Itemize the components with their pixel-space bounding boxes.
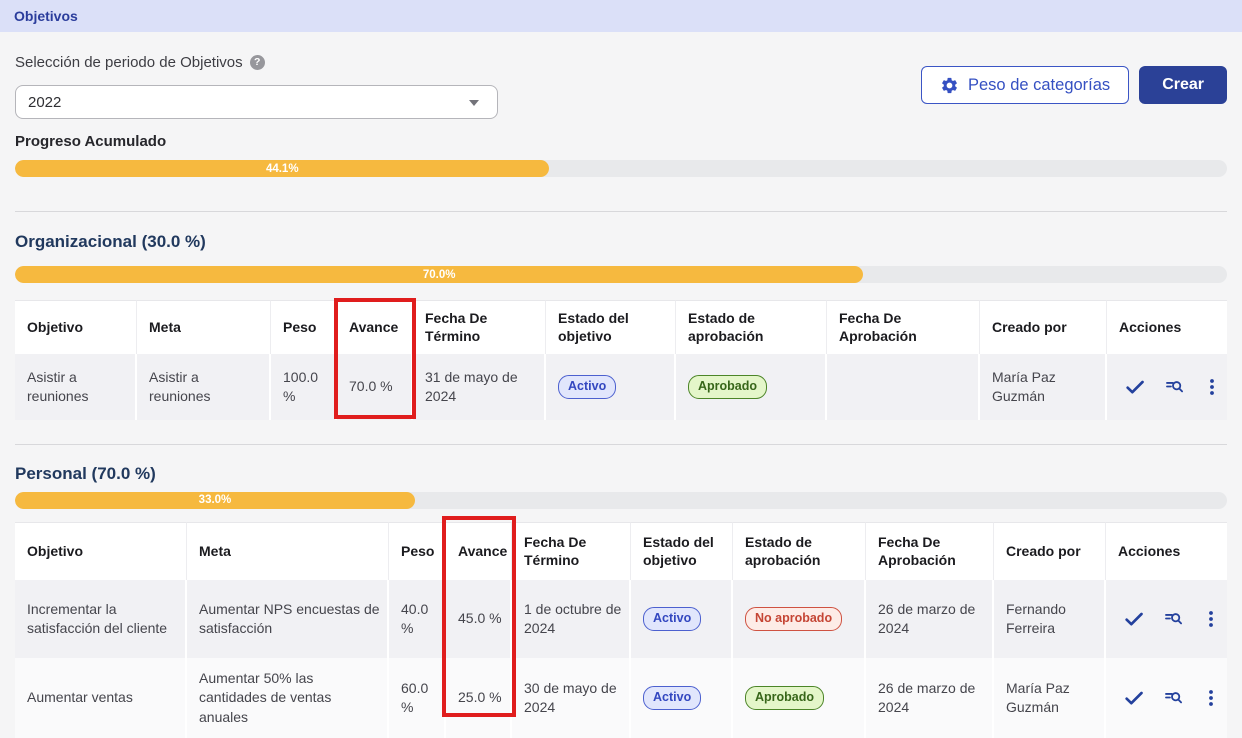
cell-fecha-aprobacion: 26 de marzo de 2024 <box>866 580 994 658</box>
cell-creado-por: Fernando Ferreira <box>994 580 1106 658</box>
column-header: Peso <box>271 300 337 354</box>
column-header: Meta <box>137 300 271 354</box>
preview-search-icon[interactable] <box>1164 688 1183 707</box>
cell-objetivo: Asistir a reuniones <box>15 354 137 420</box>
cell-fecha-termino: 1 de octubre de 2024 <box>512 580 631 658</box>
category-weights-button-label: Peso de categorías <box>968 76 1110 95</box>
more-options-icon[interactable] <box>1204 378 1220 396</box>
page-title: Objetivos <box>0 0 1242 32</box>
cell-avance: 45.0 % <box>446 580 512 658</box>
cell-estado-aprobacion: Aprobado <box>676 354 827 420</box>
preview-search-icon[interactable] <box>1164 609 1183 628</box>
status-badge: Aprobado <box>745 686 824 710</box>
period-selector-group: Selección de periodo de Objetivos ? 2022 <box>15 53 498 119</box>
status-badge: Activo <box>558 375 616 399</box>
cell-meta: Asistir a reuniones <box>137 354 271 420</box>
approve-check-icon[interactable] <box>1124 688 1144 708</box>
period-selector-label-text: Selección de periodo de Objetivos <box>15 54 243 71</box>
column-header: Avance <box>446 522 512 580</box>
column-header: Creado por <box>994 522 1106 580</box>
personal-table: ObjetivoMetaPesoAvanceFecha De TérminoEs… <box>15 522 1227 738</box>
overall-progress-label: Progreso Acumulado <box>15 133 1227 151</box>
top-toolbar: Selección de periodo de Objetivos ? 2022… <box>15 53 1227 119</box>
status-badge: No aprobado <box>745 607 842 631</box>
personal-progress-value: 33.0% <box>199 494 232 506</box>
column-header: Estado de aprobación <box>676 300 827 354</box>
create-button[interactable]: Crear <box>1139 66 1227 104</box>
table-row: Asistir a reunionesAsistir a reuniones10… <box>15 354 1227 420</box>
preview-search-icon[interactable] <box>1165 377 1184 396</box>
cell-acciones <box>1106 580 1227 658</box>
period-select[interactable]: 2022 <box>15 85 498 119</box>
section-title-organizacional: Organizacional (30.0 %) <box>15 232 1227 253</box>
column-header: Estado del objetivo <box>631 522 733 580</box>
column-header: Meta <box>187 522 389 580</box>
column-header: Estado del objetivo <box>546 300 676 354</box>
cell-estado-objetivo: Activo <box>631 580 733 658</box>
approve-check-icon[interactable] <box>1124 609 1144 629</box>
overall-progress-bar: 44.1% <box>15 160 1227 177</box>
column-header: Creado por <box>980 300 1107 354</box>
help-icon[interactable]: ? <box>250 55 265 70</box>
cell-fecha-aprobacion <box>827 354 980 420</box>
column-header: Fecha De Aprobación <box>827 300 980 354</box>
cell-meta: Aumentar NPS encuestas de satisfacción <box>187 580 389 658</box>
column-header: Estado de aprobación <box>733 522 866 580</box>
organizacional-progress-bar: 70.0% <box>15 266 1227 283</box>
cell-estado-objetivo: Activo <box>546 354 676 420</box>
gear-icon <box>940 76 959 95</box>
personal-progress-bar: 33.0% <box>15 492 1227 509</box>
column-header: Acciones <box>1107 300 1227 354</box>
approve-check-icon[interactable] <box>1125 377 1145 397</box>
column-header: Objetivo <box>15 522 187 580</box>
chevron-down-icon <box>469 100 479 106</box>
column-header: Peso <box>389 522 446 580</box>
organizacional-progress-value: 70.0% <box>423 269 456 281</box>
column-header: Avance <box>337 300 413 354</box>
status-badge: Activo <box>643 686 701 710</box>
status-badge: Aprobado <box>688 375 767 399</box>
more-options-icon[interactable] <box>1203 689 1219 707</box>
cell-peso: 100.0 % <box>271 354 337 420</box>
section-divider <box>15 444 1227 445</box>
column-header: Fecha De Término <box>512 522 631 580</box>
cell-avance: 70.0 % <box>337 354 413 420</box>
column-header: Acciones <box>1106 522 1227 580</box>
row-actions <box>1118 688 1221 708</box>
cell-acciones <box>1107 354 1227 420</box>
cell-creado-por: María Paz Guzmán <box>980 354 1107 420</box>
column-header: Objetivo <box>15 300 137 354</box>
column-header: Fecha De Aprobación <box>866 522 994 580</box>
section-title-personal: Personal (70.0 %) <box>15 464 1227 485</box>
row-actions <box>1118 609 1221 629</box>
cell-peso: 40.0 % <box>389 580 446 658</box>
cell-fecha-termino: 31 de mayo de 2024 <box>413 354 546 420</box>
more-options-icon[interactable] <box>1203 610 1219 628</box>
table-row: Incrementar la satisfacción del clienteA… <box>15 580 1227 658</box>
organizacional-table: ObjetivoMetaPesoAvanceFecha De TérminoEs… <box>15 300 1227 420</box>
column-header: Fecha De Término <box>413 300 546 354</box>
category-weights-button[interactable]: Peso de categorías <box>921 66 1129 104</box>
overall-progress-value: 44.1% <box>266 163 299 175</box>
cell-objetivo: Incrementar la satisfacción del cliente <box>15 580 187 658</box>
status-badge: Activo <box>643 607 701 631</box>
period-select-value: 2022 <box>28 94 61 111</box>
row-actions <box>1119 377 1221 397</box>
section-divider <box>15 211 1227 212</box>
cell-estado-aprobacion: No aprobado <box>733 580 866 658</box>
period-selector-label: Selección de periodo de Objetivos ? <box>15 53 498 71</box>
